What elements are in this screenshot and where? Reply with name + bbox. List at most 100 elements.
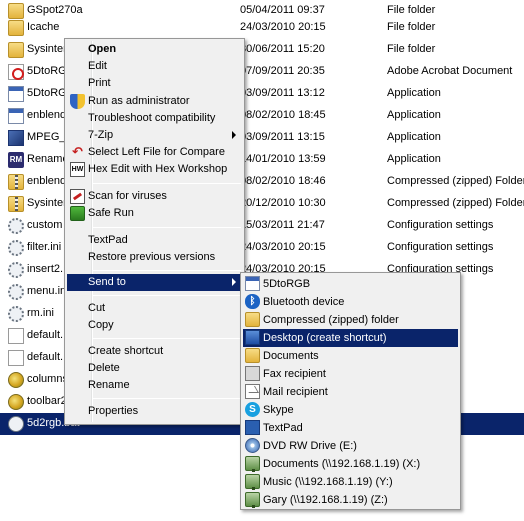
file-type: Configuration settings <box>387 241 494 253</box>
file-type: Compressed (zipped) Folder <box>387 175 524 187</box>
file-row-icache[interactable]: Icache 24/03/2010 20:15 File folder <box>0 17 524 39</box>
send-to-item-label: Documents <box>263 350 319 362</box>
file-date: 24/03/2010 20:15 <box>240 21 326 33</box>
menu-item-textpad[interactable]: TextPad <box>67 232 242 249</box>
menu-separator <box>93 183 241 184</box>
menu-item-label: Create shortcut <box>88 345 164 357</box>
desktop-icon <box>245 330 260 345</box>
batch-file-icon <box>8 416 24 432</box>
menu-item-label: 7-Zip <box>88 129 114 141</box>
file-name: rm.ini <box>27 307 54 319</box>
menu-item-print[interactable]: Print <box>67 75 242 92</box>
settings-file-icon <box>8 262 24 278</box>
rm-icon: RM <box>8 152 24 168</box>
menu-item-label: Delete <box>88 362 120 374</box>
file-name: Rename <box>27 153 69 165</box>
menu-item-label: Cut <box>88 302 106 314</box>
file-type: Application <box>387 87 441 99</box>
folder-icon <box>8 20 24 36</box>
file-type: Adobe Acrobat Document <box>387 65 513 77</box>
menu-item-send-to[interactable]: Send to <box>67 274 242 291</box>
application-icon <box>8 108 24 124</box>
file-type: Configuration settings <box>387 219 494 231</box>
menu-item-scan-viruses[interactable]: Scan for viruses <box>67 188 242 205</box>
send-to-item-network-music[interactable]: Music (\\192.168.1.19) (Y:) <box>243 473 458 491</box>
menu-item-label: Rename <box>88 379 130 391</box>
menu-separator <box>93 270 241 271</box>
menu-item-label: Print <box>88 77 111 89</box>
menu-item-properties[interactable]: Properties <box>67 403 242 420</box>
file-type: Application <box>387 153 441 165</box>
documents-icon <box>245 348 260 363</box>
menu-item-open[interactable]: Open <box>67 41 242 58</box>
send-to-item-bluetooth[interactable]: ᛒ Bluetooth device <box>243 293 458 311</box>
send-to-item-network-documents[interactable]: Documents (\\192.168.1.19) (X:) <box>243 455 458 473</box>
menu-item-rename[interactable]: Rename <box>67 377 242 394</box>
send-to-item-fax[interactable]: Fax recipient <box>243 365 458 383</box>
menu-item-copy[interactable]: Copy <box>67 317 242 334</box>
textpad-icon <box>245 420 260 435</box>
menu-item-label: TextPad <box>88 234 128 246</box>
send-to-item-5dtorgb[interactable]: 5DtoRGB <box>243 275 458 293</box>
file-date: 05/04/2011 09:37 <box>240 4 325 16</box>
menu-item-label: Copy <box>88 319 114 331</box>
fax-icon <box>245 366 260 381</box>
file-date: 14/01/2010 13:59 <box>240 153 326 165</box>
file-name: toolbar2 <box>27 395 67 407</box>
menu-separator <box>93 398 241 399</box>
file-date: 30/06/2011 15:20 <box>240 43 325 55</box>
menu-item-delete[interactable]: Delete <box>67 360 242 377</box>
menu-item-safe-run[interactable]: Safe Run <box>67 205 242 222</box>
menu-separator <box>93 227 241 228</box>
send-to-item-skype[interactable]: S Skype <box>243 401 458 419</box>
menu-separator <box>93 338 241 339</box>
menu-item-hex-edit[interactable]: HW Hex Edit with Hex Workshop <box>67 161 242 178</box>
file-type: File folder <box>387 21 436 33</box>
menu-item-select-left[interactable]: ↶ Select Left File for Compare <box>67 144 242 161</box>
menu-item-create-shortcut[interactable]: Create shortcut <box>67 343 242 360</box>
zip-folder-icon <box>245 312 260 327</box>
menu-item-label: Scan for viruses <box>88 190 167 202</box>
compare-arrow-icon: ↶ <box>72 144 83 159</box>
menu-item-restore-versions[interactable]: Restore previous versions <box>67 249 242 266</box>
send-to-item-textpad[interactable]: TextPad <box>243 419 458 437</box>
send-to-item-documents[interactable]: Documents <box>243 347 458 365</box>
send-to-item-network-gary[interactable]: Gary (\\192.168.1.19) (Z:) <box>243 491 458 509</box>
dvd-drive-icon <box>245 438 260 453</box>
file-date: 08/02/2010 18:45 <box>240 109 326 121</box>
document-icon <box>8 328 24 344</box>
pdf-icon <box>8 64 24 80</box>
network-drive-icon <box>245 474 260 490</box>
menu-item-label: Open <box>88 43 117 55</box>
send-to-item-dvd-drive[interactable]: DVD RW Drive (E:) <box>243 437 458 455</box>
file-type: Compressed (zipped) Folder <box>387 197 524 209</box>
antivirus-icon <box>70 189 85 204</box>
file-type: File folder <box>387 43 436 55</box>
file-name: filter.ini <box>27 241 62 253</box>
menu-item-edit[interactable]: Edit <box>67 58 242 75</box>
menu-item-cut[interactable]: Cut <box>67 300 242 317</box>
file-type: File folder <box>387 4 436 16</box>
hex-workshop-icon: HW <box>70 162 85 177</box>
send-to-item-label: Music (\\192.168.1.19) (Y:) <box>263 476 393 488</box>
bluetooth-icon: ᛒ <box>245 294 260 309</box>
file-date: 08/02/2010 18:46 <box>240 175 326 187</box>
settings-file-icon <box>8 240 24 256</box>
send-to-item-compressed-folder[interactable]: Compressed (zipped) folder <box>243 311 458 329</box>
menu-item-troubleshoot[interactable]: Troubleshoot compatibility <box>67 110 242 127</box>
file-date: 07/09/2011 20:35 <box>240 65 325 77</box>
file-name: Sysinter <box>27 197 67 209</box>
send-to-item-label: TextPad <box>263 422 303 434</box>
file-name: 5DtoRG <box>27 87 67 99</box>
file-date: 03/09/2011 13:15 <box>240 131 325 143</box>
menu-item-label: Properties <box>88 405 139 417</box>
send-to-item-mail[interactable]: Mail recipient <box>243 383 458 401</box>
network-drive-icon <box>245 492 260 508</box>
xp-icon <box>8 372 24 388</box>
send-to-item-label: Mail recipient <box>263 386 328 398</box>
submenu-arrow-icon <box>232 131 236 139</box>
menu-item-run-as-admin[interactable]: Run as administrator <box>67 93 242 110</box>
menu-item-7zip[interactable]: 7-Zip <box>67 127 242 144</box>
send-to-item-desktop[interactable]: Desktop (create shortcut) <box>243 329 458 347</box>
application-icon <box>8 86 24 102</box>
